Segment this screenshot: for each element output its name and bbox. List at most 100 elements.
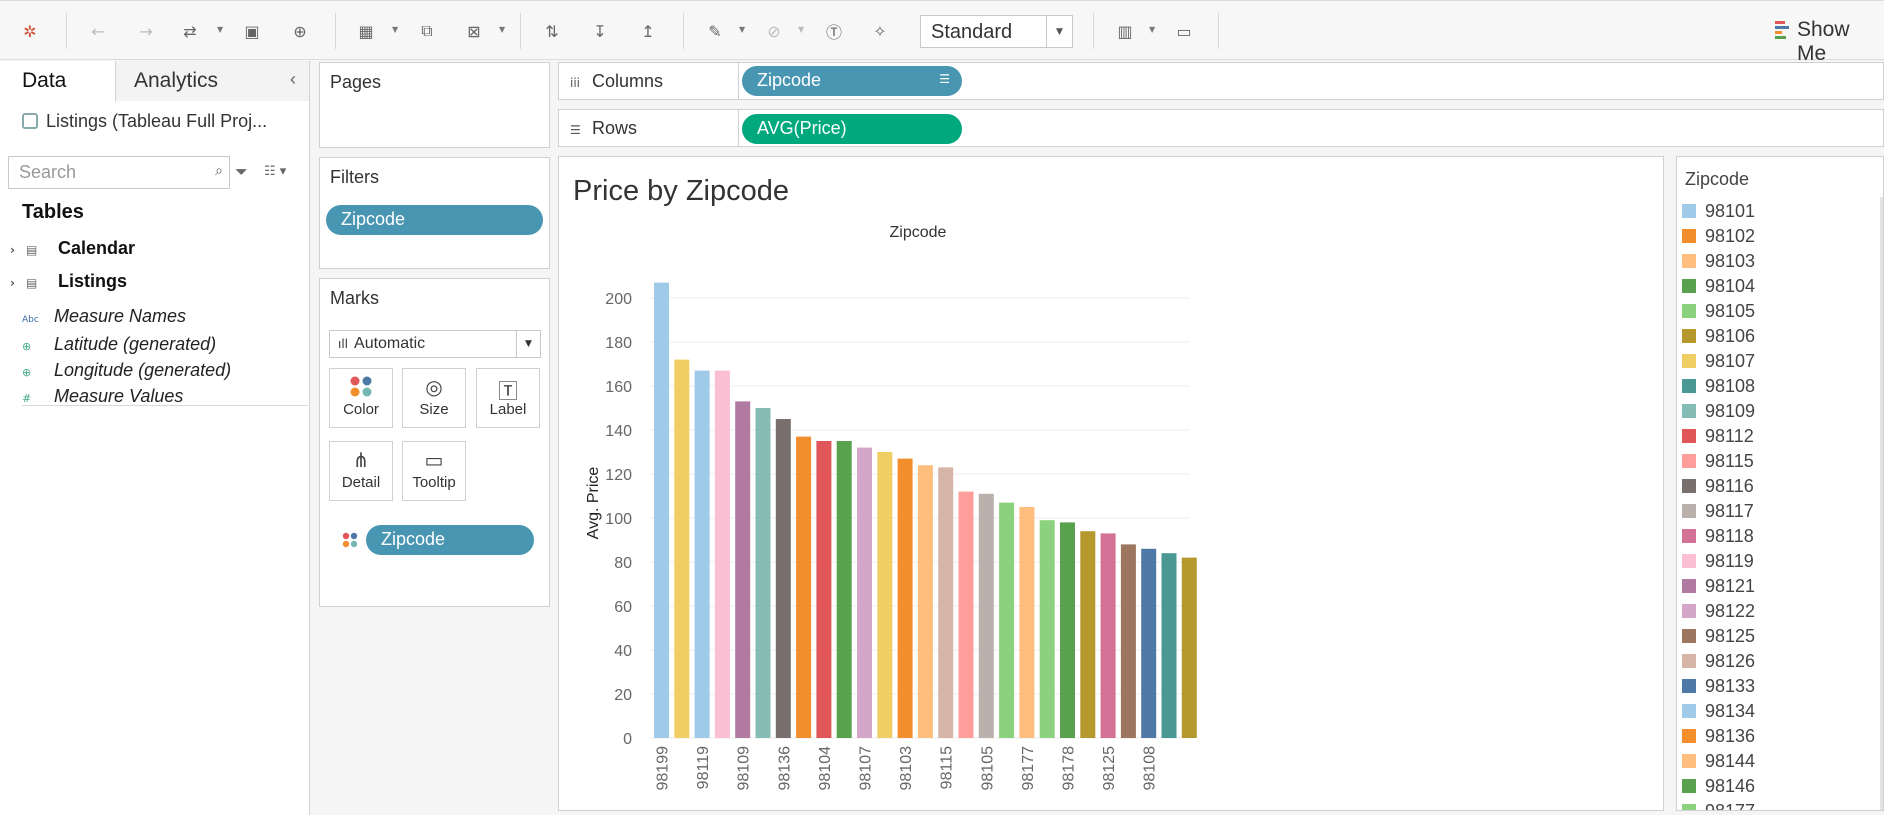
mark-type-select[interactable]: ıll Automatic ▼ (329, 330, 541, 358)
view-options-icon[interactable]: ☷ ▾ (264, 164, 286, 179)
x-tick-label: 98199 (655, 746, 672, 791)
color-button[interactable]: Color (329, 368, 393, 428)
marks-pill-zipcode[interactable]: Zipcode (366, 525, 534, 555)
legend-swatch (1682, 654, 1696, 668)
legend-item[interactable]: 98116 (1682, 476, 1754, 501)
legend-swatch (1682, 379, 1696, 393)
tab-data[interactable]: Data (0, 61, 116, 102)
pin-icon[interactable]: ✧ (868, 19, 892, 43)
show-me-icon (1775, 21, 1789, 39)
legend-swatch (1682, 304, 1696, 318)
legend-item[interactable]: 98144 (1682, 751, 1755, 776)
legend-item[interactable]: 98107 (1682, 351, 1755, 376)
clear-sheet-icon[interactable]: ⊠ (462, 19, 486, 43)
new-worksheet-dropdown-icon[interactable]: ▼ (392, 25, 398, 34)
legend-item[interactable]: 98119 (1682, 551, 1754, 576)
legend-item[interactable]: 98118 (1682, 526, 1754, 551)
legend-swatch (1682, 604, 1696, 618)
legend-label: 98177 (1705, 801, 1756, 811)
field-latitude[interactable]: ⊕ Latitude (generated) (22, 334, 216, 355)
columns-pill-zipcode[interactable]: Zipcode ☰ (742, 66, 962, 96)
bar (714, 370, 730, 738)
field-measure-values[interactable]: # Measure Values (22, 386, 183, 407)
group-dropdown-icon[interactable]: ▼ (798, 25, 804, 34)
legend-item[interactable]: 98103 (1682, 251, 1755, 276)
legend-item[interactable]: 98106 (1682, 326, 1755, 351)
field-measure-names[interactable]: Abc Measure Names (22, 306, 186, 327)
color-legend: Zipcode 98101 98102 98103 98104 98105 98106 98… (1676, 156, 1884, 811)
legend-label: 98122 (1705, 601, 1756, 621)
expand-icon[interactable]: › (10, 276, 26, 290)
duplicate-icon[interactable]: ⧉ (415, 19, 439, 43)
legend-item[interactable]: 98117 (1682, 501, 1754, 526)
sort-ascending-icon[interactable]: ↧ (588, 19, 612, 43)
legend-item[interactable]: 98115 (1682, 451, 1754, 476)
save-icon[interactable]: ▣ (240, 19, 264, 43)
legend-item[interactable]: 98133 (1682, 676, 1755, 701)
filters-card[interactable]: Filters Zipcode (319, 157, 550, 269)
chart-type-dropdown-icon[interactable]: ▼ (1149, 25, 1155, 34)
replay-icon[interactable]: ⇄ (178, 19, 202, 43)
label-label: Label (489, 401, 527, 418)
legend-item[interactable]: 98101 (1682, 201, 1755, 226)
tableau-logo-icon[interactable]: ✲ (18, 19, 42, 43)
size-button[interactable]: ◎ Size (402, 368, 466, 428)
filters-title: Filters (330, 167, 379, 187)
presentation-icon[interactable]: ▭ (1172, 19, 1196, 43)
legend-item[interactable]: 98104 (1682, 276, 1755, 301)
legend-item[interactable]: 98122 (1682, 601, 1755, 626)
tab-analytics[interactable]: Analytics (116, 61, 309, 101)
bar (857, 447, 872, 738)
table-item-calendar[interactable]: › ▤ Calendar (10, 238, 135, 259)
legend-item[interactable]: 98109 (1682, 401, 1755, 426)
bar (897, 458, 913, 738)
pages-card[interactable]: Pages (319, 62, 550, 148)
table-label: Listings (58, 271, 128, 291)
group-icon[interactable]: ⊘ (762, 19, 786, 43)
new-worksheet-icon[interactable]: ▦ (354, 19, 378, 43)
legend-item[interactable]: 98102 (1682, 226, 1755, 251)
table-item-listings[interactable]: › ▤ Listings (10, 271, 127, 292)
filter-pill-zipcode[interactable]: Zipcode (326, 205, 543, 235)
clear-sheet-dropdown-icon[interactable]: ▼ (499, 25, 505, 34)
legend-item[interactable]: 98136 (1682, 726, 1755, 751)
legend-item[interactable]: 98126 (1682, 651, 1755, 676)
redo-icon[interactable]: → (134, 19, 158, 43)
color-icon (330, 369, 392, 401)
label-icon[interactable]: Ⓣ (822, 19, 846, 43)
legend-item[interactable]: 98112 (1682, 426, 1754, 451)
datasource-item[interactable]: Listings (Tableau Full Proj... (22, 111, 267, 132)
swap-icon[interactable]: ⇅ (540, 19, 564, 43)
highlight-dropdown-icon[interactable]: ▼ (739, 25, 745, 34)
expand-icon[interactable]: › (10, 243, 26, 257)
legend-scrollbar[interactable] (1880, 197, 1883, 810)
collapse-pane-icon[interactable]: ‹ (290, 69, 296, 90)
legend-item[interactable]: 98134 (1682, 701, 1755, 726)
filter-fields-icon[interactable]: ⏷ (235, 162, 248, 182)
legend-swatch (1682, 229, 1696, 243)
x-tick-label: 98136 (776, 746, 793, 791)
legend-swatch (1682, 404, 1696, 418)
replay-dropdown-icon[interactable]: ▼ (217, 25, 223, 34)
legend-item[interactable]: 98121 (1682, 576, 1755, 601)
detail-button[interactable]: ⋔ Detail (329, 441, 393, 501)
chart-type-icon[interactable]: ▥ (1113, 19, 1137, 43)
label-button[interactable]: 🅃 Label (476, 368, 540, 428)
undo-icon[interactable]: ← (86, 19, 110, 43)
marks-title: Marks (330, 288, 379, 308)
rows-pill-avg-price[interactable]: AVG(Price) (742, 114, 962, 144)
legend-item[interactable]: 98108 (1682, 376, 1755, 401)
legend-label: 98121 (1705, 576, 1756, 596)
y-tick-label: 40 (614, 643, 632, 660)
highlight-icon[interactable]: ✎ (703, 19, 727, 43)
legend-item[interactable]: 98177 (1682, 801, 1756, 811)
tooltip-button[interactable]: ▭ Tooltip (402, 441, 466, 501)
legend-item[interactable]: 98146 (1682, 776, 1755, 801)
new-datasource-icon[interactable]: ⊕ (288, 19, 312, 43)
legend-item[interactable]: 98125 (1682, 626, 1755, 651)
field-longitude[interactable]: ⊕ Longitude (generated) (22, 360, 231, 381)
fit-mode-select[interactable]: Standard ▼ (920, 15, 1073, 48)
search-input[interactable]: Search ⌕ (8, 156, 230, 189)
sort-descending-icon[interactable]: ↥ (636, 19, 660, 43)
legend-item[interactable]: 98105 (1682, 301, 1755, 326)
